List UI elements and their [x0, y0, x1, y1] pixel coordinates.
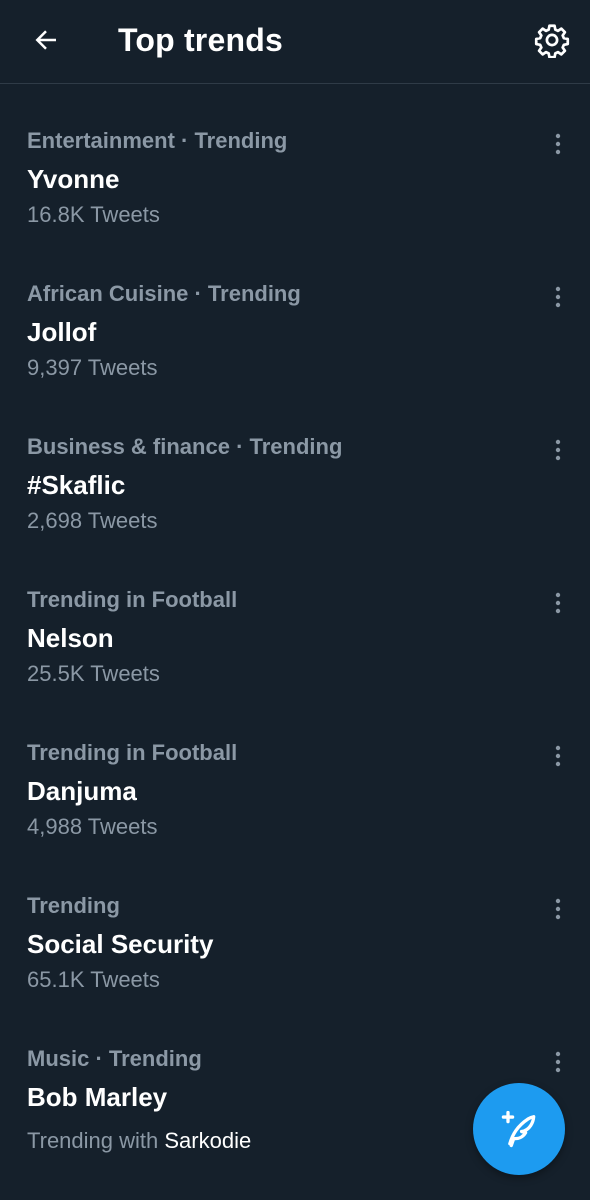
trend-item[interactable]: Entertainment · Trending Yvonne 16.8K Tw…: [0, 84, 590, 237]
trend-name: Social Security: [27, 929, 214, 959]
trend-context: Music · Trending: [27, 1046, 202, 1071]
trend-tweet-count: 16.8K Tweets: [27, 202, 160, 227]
trend-tweet-count: 4,988 Tweets: [27, 814, 158, 839]
trend-context: Entertainment · Trending: [27, 128, 288, 153]
back-button[interactable]: [24, 18, 68, 62]
trending-with-label: Trending with: [27, 1128, 165, 1153]
trend-tweet-count: 9,397 Tweets: [27, 355, 158, 380]
trend-item[interactable]: Business & finance · Trending #Skaflic 2…: [0, 390, 590, 543]
trend-tweet-count: 25.5K Tweets: [27, 661, 160, 686]
more-vertical-icon: [555, 592, 561, 614]
more-options-button[interactable]: [544, 130, 572, 158]
more-vertical-icon: [555, 745, 561, 767]
trend-context: Business & finance · Trending: [27, 434, 343, 459]
compose-tweet-button[interactable]: [473, 1083, 565, 1175]
top-trends-screen: Top trends Entertainment · Trending Yvon…: [0, 0, 590, 1200]
trend-tweet-count: 2,698 Tweets: [27, 508, 158, 533]
compose-tweet-icon: [501, 1110, 536, 1148]
more-options-button[interactable]: [544, 436, 572, 464]
gear-icon: [534, 24, 570, 58]
more-vertical-icon: [555, 286, 561, 308]
trend-list: Entertainment · Trending Yvonne 16.8K Tw…: [0, 84, 590, 1155]
trend-context: Trending: [27, 893, 120, 918]
more-vertical-icon: [555, 439, 561, 461]
trend-item[interactable]: Trending in Football Nelson 25.5K Tweets: [0, 543, 590, 696]
related-trend-link[interactable]: Sarkodie: [164, 1128, 251, 1153]
trend-context: Trending in Football: [27, 587, 238, 612]
trend-tweet-count: 65.1K Tweets: [27, 967, 160, 992]
trend-name: Jollof: [27, 317, 97, 347]
trend-context: Trending in Football: [27, 740, 238, 765]
more-vertical-icon: [555, 1051, 561, 1073]
trend-name: #Skaflic: [27, 470, 126, 500]
page-title: Top trends: [118, 22, 283, 58]
header: Top trends: [0, 0, 590, 84]
trend-item[interactable]: African Cuisine · Trending Jollof 9,397 …: [0, 237, 590, 390]
more-options-button[interactable]: [544, 589, 572, 617]
trend-item[interactable]: Trending in Football Danjuma 4,988 Tweet…: [0, 696, 590, 849]
trend-name: Danjuma: [27, 776, 137, 806]
more-vertical-icon: [555, 898, 561, 920]
more-options-button[interactable]: [544, 895, 572, 923]
arrow-left-icon: [35, 30, 56, 50]
trend-context: African Cuisine · Trending: [27, 281, 301, 306]
settings-button[interactable]: [530, 18, 574, 62]
trend-name: Nelson: [27, 623, 114, 653]
trend-item[interactable]: Trending Social Security 65.1K Tweets: [0, 849, 590, 1002]
trend-name: Yvonne: [27, 164, 120, 194]
more-options-button[interactable]: [544, 1048, 572, 1076]
more-options-button[interactable]: [544, 742, 572, 770]
more-vertical-icon: [555, 133, 561, 155]
more-options-button[interactable]: [544, 283, 572, 311]
